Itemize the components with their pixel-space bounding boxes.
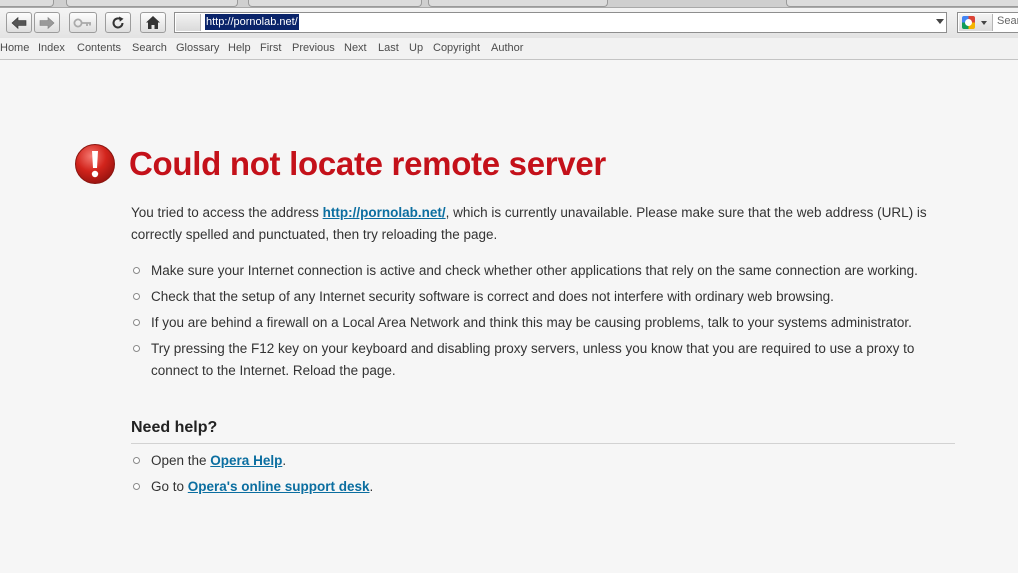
home-icon [146, 16, 160, 29]
page-title: Could not locate remote server [129, 145, 606, 182]
search-field[interactable]: Sear [957, 12, 1018, 33]
tip-text: Check that the setup of any Internet sec… [151, 289, 834, 304]
bullet-icon [133, 319, 140, 326]
help-text: Go to [151, 479, 188, 494]
tab-strip [0, 0, 1018, 8]
nav-author[interactable]: Author [491, 42, 523, 54]
description-text: You tried to access the address [131, 205, 323, 220]
reload-button[interactable] [105, 12, 131, 33]
divider [131, 443, 955, 444]
key-icon [73, 18, 91, 27]
nav-home[interactable]: Home [0, 42, 29, 54]
tab[interactable] [0, 0, 54, 7]
support-desk-link[interactable]: Opera's online support desk [188, 479, 370, 494]
tip-text: Make sure your Internet connection is ac… [151, 263, 918, 278]
nav-up[interactable]: Up [409, 42, 423, 54]
wand-button[interactable] [69, 12, 97, 33]
google-icon [962, 16, 975, 29]
tab[interactable] [428, 0, 608, 7]
bullet-icon [133, 483, 140, 490]
troubleshooting-list: Make sure your Internet connection is ac… [131, 260, 961, 386]
arrow-right-icon [39, 16, 55, 29]
nav-search[interactable]: Search [132, 42, 167, 54]
list-item: If you are behind a firewall on a Local … [131, 312, 961, 334]
navigation-bar: Home Index Contents Search Glossary Help… [0, 38, 1018, 60]
tab[interactable] [248, 0, 422, 7]
nav-index[interactable]: Index [38, 42, 65, 54]
list-item: Check that the setup of any Internet sec… [131, 286, 961, 308]
nav-contents[interactable]: Contents [77, 42, 121, 54]
tab[interactable] [66, 0, 238, 7]
requested-url-link[interactable]: http://pornolab.net/ [323, 205, 446, 220]
error-description: You tried to access the address http://p… [131, 202, 931, 246]
list-item: Try pressing the F12 key on your keyboar… [131, 338, 961, 382]
tip-text: If you are behind a firewall on a Local … [151, 315, 912, 330]
chevron-down-icon[interactable] [936, 19, 944, 24]
exclamation-icon [75, 144, 115, 184]
list-item: Make sure your Internet connection is ac… [131, 260, 961, 282]
help-heading: Need help? [131, 419, 218, 436]
address-text[interactable]: http://pornolab.net/ [205, 14, 299, 30]
tab[interactable] [786, 0, 1018, 7]
help-text: . [369, 479, 374, 494]
bullet-icon [133, 267, 140, 274]
search-placeholder: Sear [997, 15, 1018, 27]
opera-help-link[interactable]: Opera Help [210, 453, 282, 468]
home-button[interactable] [140, 12, 166, 33]
nav-copyright[interactable]: Copyright [433, 42, 480, 54]
nav-first[interactable]: First [260, 42, 281, 54]
search-engine-selector[interactable] [959, 14, 993, 31]
nav-next[interactable]: Next [344, 42, 367, 54]
tip-text: Try pressing the F12 key on your keyboar… [151, 341, 915, 378]
nav-glossary[interactable]: Glossary [176, 42, 219, 54]
help-text: Open the [151, 453, 211, 468]
help-list: Open the Opera Help. Go to Opera's onlin… [131, 450, 373, 502]
list-item: Go to Opera's online support desk. [131, 476, 373, 498]
nav-help[interactable]: Help [228, 42, 251, 54]
back-button[interactable] [6, 12, 32, 33]
site-info-icon[interactable] [176, 14, 201, 31]
bullet-icon [133, 293, 140, 300]
bullet-icon [133, 457, 140, 464]
nav-previous[interactable]: Previous [292, 42, 335, 54]
chevron-down-icon [981, 21, 987, 25]
reload-icon [112, 16, 124, 28]
bullet-icon [133, 345, 140, 352]
nav-last[interactable]: Last [378, 42, 399, 54]
address-bar[interactable]: http://pornolab.net/ [174, 12, 947, 33]
toolbar: http://pornolab.net/ Sear [0, 8, 1018, 38]
list-item: Open the Opera Help. [131, 450, 373, 472]
forward-button[interactable] [34, 12, 60, 33]
arrow-left-icon [11, 16, 27, 29]
help-text: . [282, 453, 287, 468]
